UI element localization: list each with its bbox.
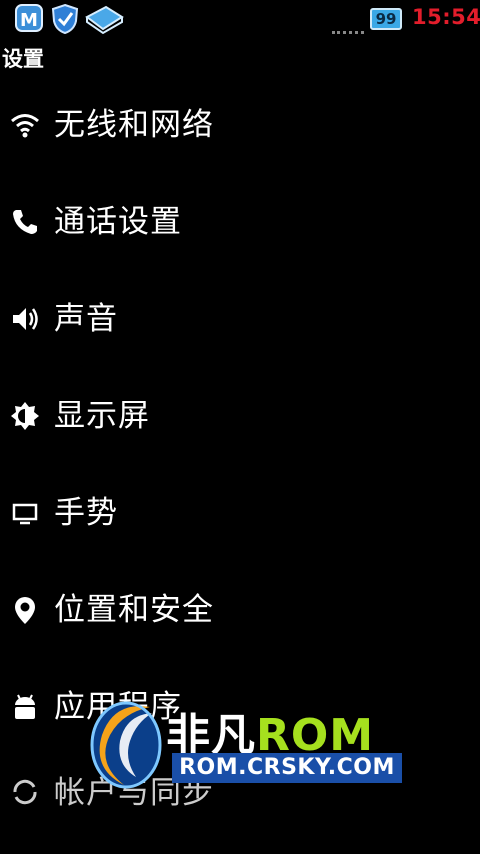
- settings-item-sound[interactable]: 声音: [0, 272, 480, 369]
- phone-icon: [13, 210, 37, 234]
- watermark-logo: 非凡ROM ROM.CRSKY.COM: [80, 693, 410, 793]
- status-clock: 15:54: [412, 5, 480, 29]
- settings-item-label: 位置和安全: [54, 592, 214, 628]
- watermark-url: ROM.CRSKY.COM: [172, 753, 402, 783]
- settings-item-gesture[interactable]: 手势: [0, 466, 480, 563]
- brightness-icon: [11, 402, 39, 430]
- settings-item-wireless[interactable]: 无线和网络: [0, 78, 480, 175]
- svg-text:M: M: [20, 10, 38, 31]
- settings-item-label: 显示屏: [54, 398, 150, 434]
- crsky-logo-icon: [90, 701, 162, 789]
- settings-item-label: 声音: [54, 301, 118, 337]
- m-app-icon: M: [15, 4, 43, 32]
- page-title: 设置: [2, 47, 44, 71]
- settings-item-label: 手势: [54, 495, 118, 531]
- settings-item-label: 无线和网络: [54, 107, 214, 143]
- status-bar: M 99 15:54: [0, 0, 480, 38]
- settings-item-call[interactable]: 通话设置: [0, 175, 480, 272]
- battery-indicator: 99: [370, 8, 402, 30]
- book-icon: [85, 5, 124, 35]
- monitor-icon: [12, 503, 38, 525]
- speaker-icon: [13, 308, 38, 330]
- wifi-icon: [11, 114, 39, 138]
- settings-item-label: 通话设置: [54, 204, 182, 240]
- android-icon: [15, 694, 35, 719]
- shield-check-icon: [51, 3, 79, 35]
- settings-item-location[interactable]: 位置和安全: [0, 563, 480, 660]
- signal-indicator: [332, 28, 364, 34]
- settings-item-display[interactable]: 显示屏: [0, 369, 480, 466]
- location-pin-icon: [15, 597, 35, 624]
- sync-icon: [13, 779, 37, 805]
